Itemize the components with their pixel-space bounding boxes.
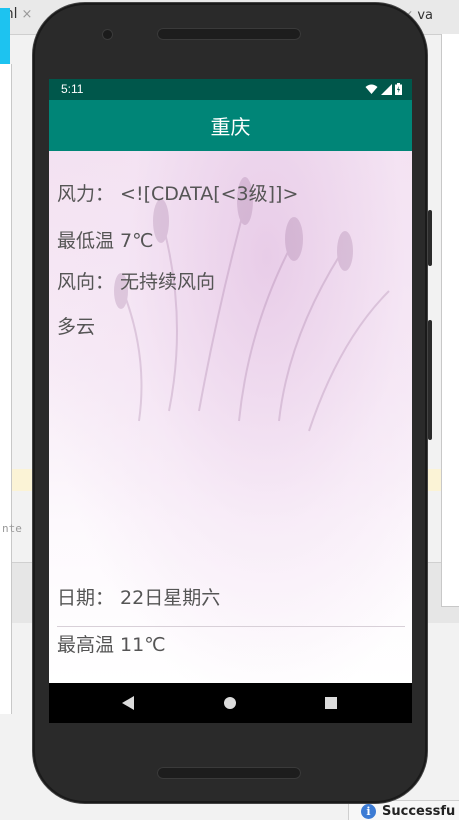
date-text: 日期： 22日星期六 — [57, 587, 221, 609]
camera-icon — [103, 30, 112, 39]
phone-volume-button[interactable] — [428, 320, 432, 440]
ide-tab-right-label: va — [417, 8, 433, 23]
wind-force-text: 风力： <![CDATA[<3级]]> — [57, 183, 299, 205]
phone-frame: 5:11 重庆 风力： <![CDATA[<3级]]> 最低温 7℃ 风向： 无… — [33, 3, 427, 803]
navigation-bar — [49, 683, 412, 723]
recents-icon[interactable] — [325, 697, 337, 709]
ide-left-panel — [0, 64, 12, 714]
status-bar: 5:11 — [49, 79, 412, 100]
high-temp-text: 最高温 11℃ — [57, 634, 166, 656]
signal-icon — [381, 83, 392, 95]
app-bar: 重庆 — [49, 100, 412, 151]
info-icon: i — [361, 803, 376, 819]
page-title: 重庆 — [210, 115, 251, 139]
battery-icon — [395, 83, 402, 95]
weather-content: 风力： <![CDATA[<3级]]> 最低温 7℃ 风向： 无持续风向 多云 … — [49, 151, 412, 683]
back-icon[interactable] — [122, 696, 134, 710]
close-icon[interactable]: × — [22, 7, 33, 22]
home-icon[interactable] — [224, 697, 236, 709]
wind-direction-text: 风向： 无持续风向 — [57, 271, 216, 293]
ide-notification-text: Successfu — [382, 803, 456, 819]
desktop: ml× ×va nte i Successfu 5:11 — [0, 0, 459, 820]
top-speaker — [157, 28, 301, 40]
ide-right-panel — [441, 34, 459, 607]
ide-notification-toast[interactable]: i Successfu — [348, 800, 459, 820]
ide-tab-active-indicator — [0, 8, 10, 64]
bottom-speaker — [157, 767, 301, 779]
wifi-icon — [365, 84, 378, 94]
phone-power-button[interactable] — [428, 210, 432, 266]
status-icons — [365, 83, 402, 95]
ide-left-panel-text: nte — [2, 522, 22, 535]
low-temp-text: 最低温 7℃ — [57, 230, 154, 252]
status-time: 5:11 — [61, 82, 84, 96]
phone-screen: 5:11 重庆 风力： <![CDATA[<3级]]> 最低温 7℃ 风向： 无… — [49, 79, 412, 723]
divider — [57, 626, 405, 627]
weather-condition-text: 多云 — [57, 316, 96, 338]
